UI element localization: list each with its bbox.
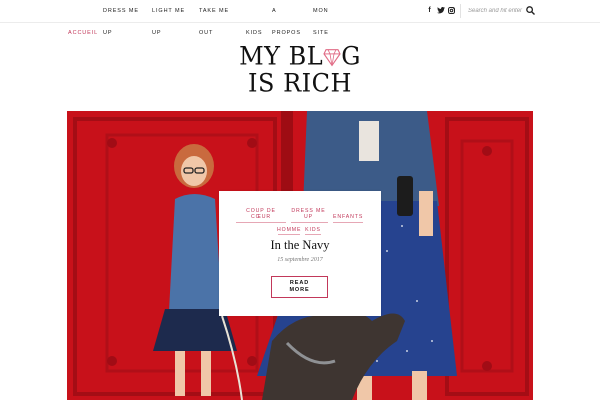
category-dress-me-up[interactable]: Dress me up (290, 208, 327, 220)
nav-light-me-up[interactable]: Light me (152, 8, 185, 14)
nav-a-propos[interactable]: A (272, 8, 277, 14)
nav-mon-site[interactable]: Mon (313, 8, 329, 14)
logo-text-my-bl: MY BL (239, 41, 324, 71)
featured-post-card: Coup de cœur Dress me up Enfants Homme K… (219, 191, 381, 316)
top-navigation-bar: Dress me Light me Take me A Mon f (0, 0, 600, 23)
diamond-icon (323, 49, 341, 67)
tag-underline (305, 234, 321, 235)
category-underline (236, 222, 286, 223)
logo-line-1: MY BL G (236, 42, 364, 69)
read-more-button[interactable]: Read more (271, 276, 328, 298)
search-icon[interactable] (526, 6, 535, 15)
nav-light-me-up-line2: up (152, 30, 162, 36)
logo-text-g: G (341, 41, 361, 71)
tag-homme[interactable]: Homme (277, 227, 301, 233)
post-title[interactable]: In the Navy (219, 238, 381, 253)
logo-line-2: IS RICH (248, 68, 352, 98)
category-underline (291, 222, 328, 223)
tag-underline (278, 234, 300, 235)
nav-a-propos-line2: propos (272, 30, 301, 36)
search-input[interactable] (468, 5, 524, 16)
nav-kids[interactable]: Kids (246, 30, 262, 36)
site-logo[interactable]: MY BL G IS RICH (236, 40, 364, 98)
nav-take-me-out[interactable]: Take me (199, 8, 229, 14)
facebook-icon[interactable]: f (425, 5, 434, 15)
category-coup-de-coeur[interactable]: Coup de cœur (244, 208, 278, 220)
logo-diamond-o (323, 44, 341, 67)
nav-accueil[interactable]: Accueil (68, 30, 98, 36)
nav-dress-me-up[interactable]: Dress me (103, 8, 139, 14)
nav-divider (460, 4, 461, 18)
category-underline (333, 222, 363, 223)
nav-mon-site-line2: site (313, 30, 329, 36)
post-date: 15 septembre 2017 (277, 257, 323, 263)
twitter-icon[interactable] (436, 5, 445, 15)
instagram-icon[interactable] (447, 5, 456, 15)
nav-take-me-out-line2: out (199, 30, 214, 36)
nav-dress-me-up-line2: up (103, 30, 113, 36)
tag-kids[interactable]: Kids (304, 227, 322, 233)
category-enfants[interactable]: Enfants (333, 214, 363, 220)
